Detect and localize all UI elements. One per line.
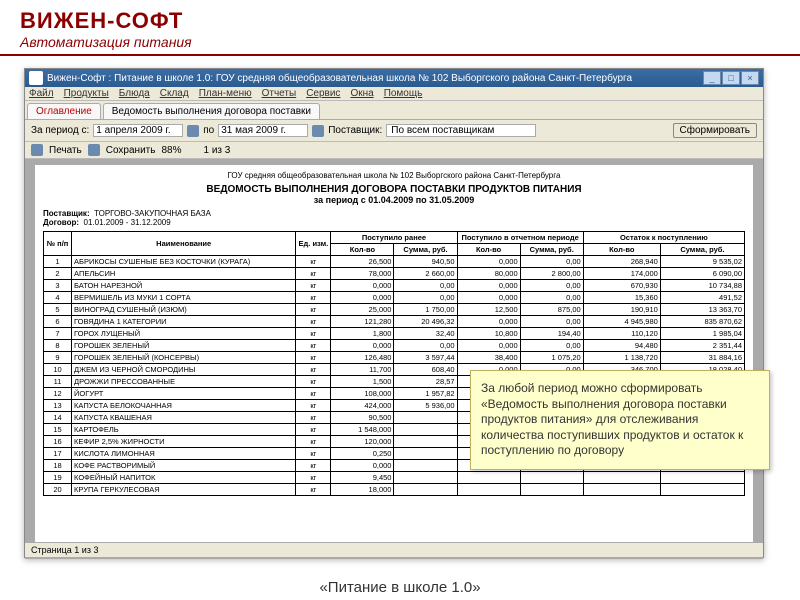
date-to-input[interactable] [218, 124, 308, 137]
menu-help[interactable]: Помощь [384, 88, 423, 99]
tab-contents[interactable]: Оглавление [27, 103, 101, 119]
menu-reports[interactable]: Отчеты [262, 88, 297, 99]
print-label[interactable]: Печать [49, 145, 82, 156]
maximize-button[interactable]: □ [722, 71, 740, 85]
window-controls: _ □ × [703, 71, 759, 85]
save-label[interactable]: Сохранить [106, 145, 156, 156]
table-row: 4ВЕРМИШЕЛЬ ИЗ МУКИ 1 СОРТАкг0,0000,000,0… [44, 292, 745, 304]
menu-service[interactable]: Сервис [306, 88, 340, 99]
table-row: 1АБРИКОСЫ СУШЕНЫЕ БЕЗ КОСТОЧКИ (КУРАГА)к… [44, 256, 745, 268]
brand-name: ВИЖЕН-СОФТ [20, 8, 780, 34]
table-row: 2АПЕЛЬСИНкг78,0002 660,0080,0002 800,001… [44, 268, 745, 280]
app-icon [29, 71, 43, 85]
tab-report[interactable]: Ведомость выполнения договора поставки [103, 103, 320, 119]
scale-value[interactable]: 88% [161, 145, 181, 156]
supplier-label: Поставщик: [328, 125, 382, 136]
date-from-input[interactable] [93, 124, 183, 137]
window-title: Вижен-Софт : Питание в школе 1.0: ГОУ ср… [47, 73, 703, 84]
menu-dishes[interactable]: Блюда [119, 88, 150, 99]
close-button[interactable]: × [741, 71, 759, 85]
table-row: 9ГОРОШЕК ЗЕЛЕНЫЙ (КОНСЕРВЫ)кг126,4803 59… [44, 352, 745, 364]
menu-file[interactable]: Файл [29, 88, 54, 99]
report-period: за период с 01.04.2009 по 31.05.2009 [43, 195, 745, 205]
nav-label: 1 из 3 [203, 145, 230, 156]
slide-footer: «Питание в школе 1.0» [0, 579, 800, 596]
calendar-icon[interactable] [187, 125, 199, 137]
slide-header: ВИЖЕН-СОФТ Автоматизация питания [0, 0, 800, 56]
filter-toolbar: За период с: по Поставщик: По всем поста… [25, 120, 763, 142]
supplier-dropdown[interactable]: По всем поставщикам [386, 124, 536, 137]
print-toolbar: Печать Сохранить 88% 1 из 3 [25, 142, 763, 159]
table-row: 8ГОРОШЕК ЗЕЛЕНЫЙкг0,0000,000,0000,0094,4… [44, 340, 745, 352]
to-label: по [203, 125, 214, 136]
menu-windows[interactable]: Окна [350, 88, 373, 99]
table-row: 7ГОРОХ ЛУЩЕНЫЙкг1,80032,4010,800194,4011… [44, 328, 745, 340]
menu-stock[interactable]: Склад [160, 88, 189, 99]
app-window: Вижен-Софт : Питание в школе 1.0: ГОУ ср… [24, 68, 764, 558]
statusbar: Страница 1 из 3 [25, 542, 763, 557]
save-icon[interactable] [88, 144, 100, 156]
table-row: 5ВИНОГРАД СУШЕНЫЙ (ИЗЮМ)кг25,0001 750,00… [44, 304, 745, 316]
window-titlebar: Вижен-Софт : Питание в школе 1.0: ГОУ ср… [25, 69, 763, 87]
table-row: 19КОФЕЙНЫЙ НАПИТОКкг9,450 [44, 472, 745, 484]
document-viewport[interactable]: ГОУ средняя общеобразовательная школа № … [25, 159, 763, 559]
report-page: ГОУ средняя общеобразовательная школа № … [35, 165, 753, 553]
report-meta: Поставщик: ТОРГОВО-ЗАКУПОЧНАЯ БАЗА Догов… [43, 209, 745, 227]
table-row: 3БАТОН НАРЕЗНОЙкг0,0000,000,0000,00670,9… [44, 280, 745, 292]
minimize-button[interactable]: _ [703, 71, 721, 85]
form-button[interactable]: Сформировать [673, 123, 758, 138]
menu-products[interactable]: Продукты [64, 88, 109, 99]
document-tabs: Оглавление Ведомость выполнения договора… [25, 101, 763, 120]
brand-subtitle: Автоматизация питания [20, 34, 780, 50]
calendar-icon[interactable] [312, 125, 324, 137]
table-row: 6ГОВЯДИНА 1 КАТЕГОРИИкг121,28020 496,320… [44, 316, 745, 328]
org-name: ГОУ средняя общеобразовательная школа № … [43, 171, 745, 180]
period-label: За период с: [31, 125, 89, 136]
report-title: ВЕДОМОСТЬ ВЫПОЛНЕНИЯ ДОГОВОРА ПОСТАВКИ П… [43, 184, 745, 195]
print-icon[interactable] [31, 144, 43, 156]
menu-plan[interactable]: План-меню [199, 88, 252, 99]
annotation-callout: За любой период можно сформировать «Ведо… [470, 370, 770, 470]
menubar: Файл Продукты Блюда Склад План-меню Отче… [25, 87, 763, 101]
table-row: 20КРУПА ГЕРКУЛЕСОВАЯкг18,000 [44, 484, 745, 496]
